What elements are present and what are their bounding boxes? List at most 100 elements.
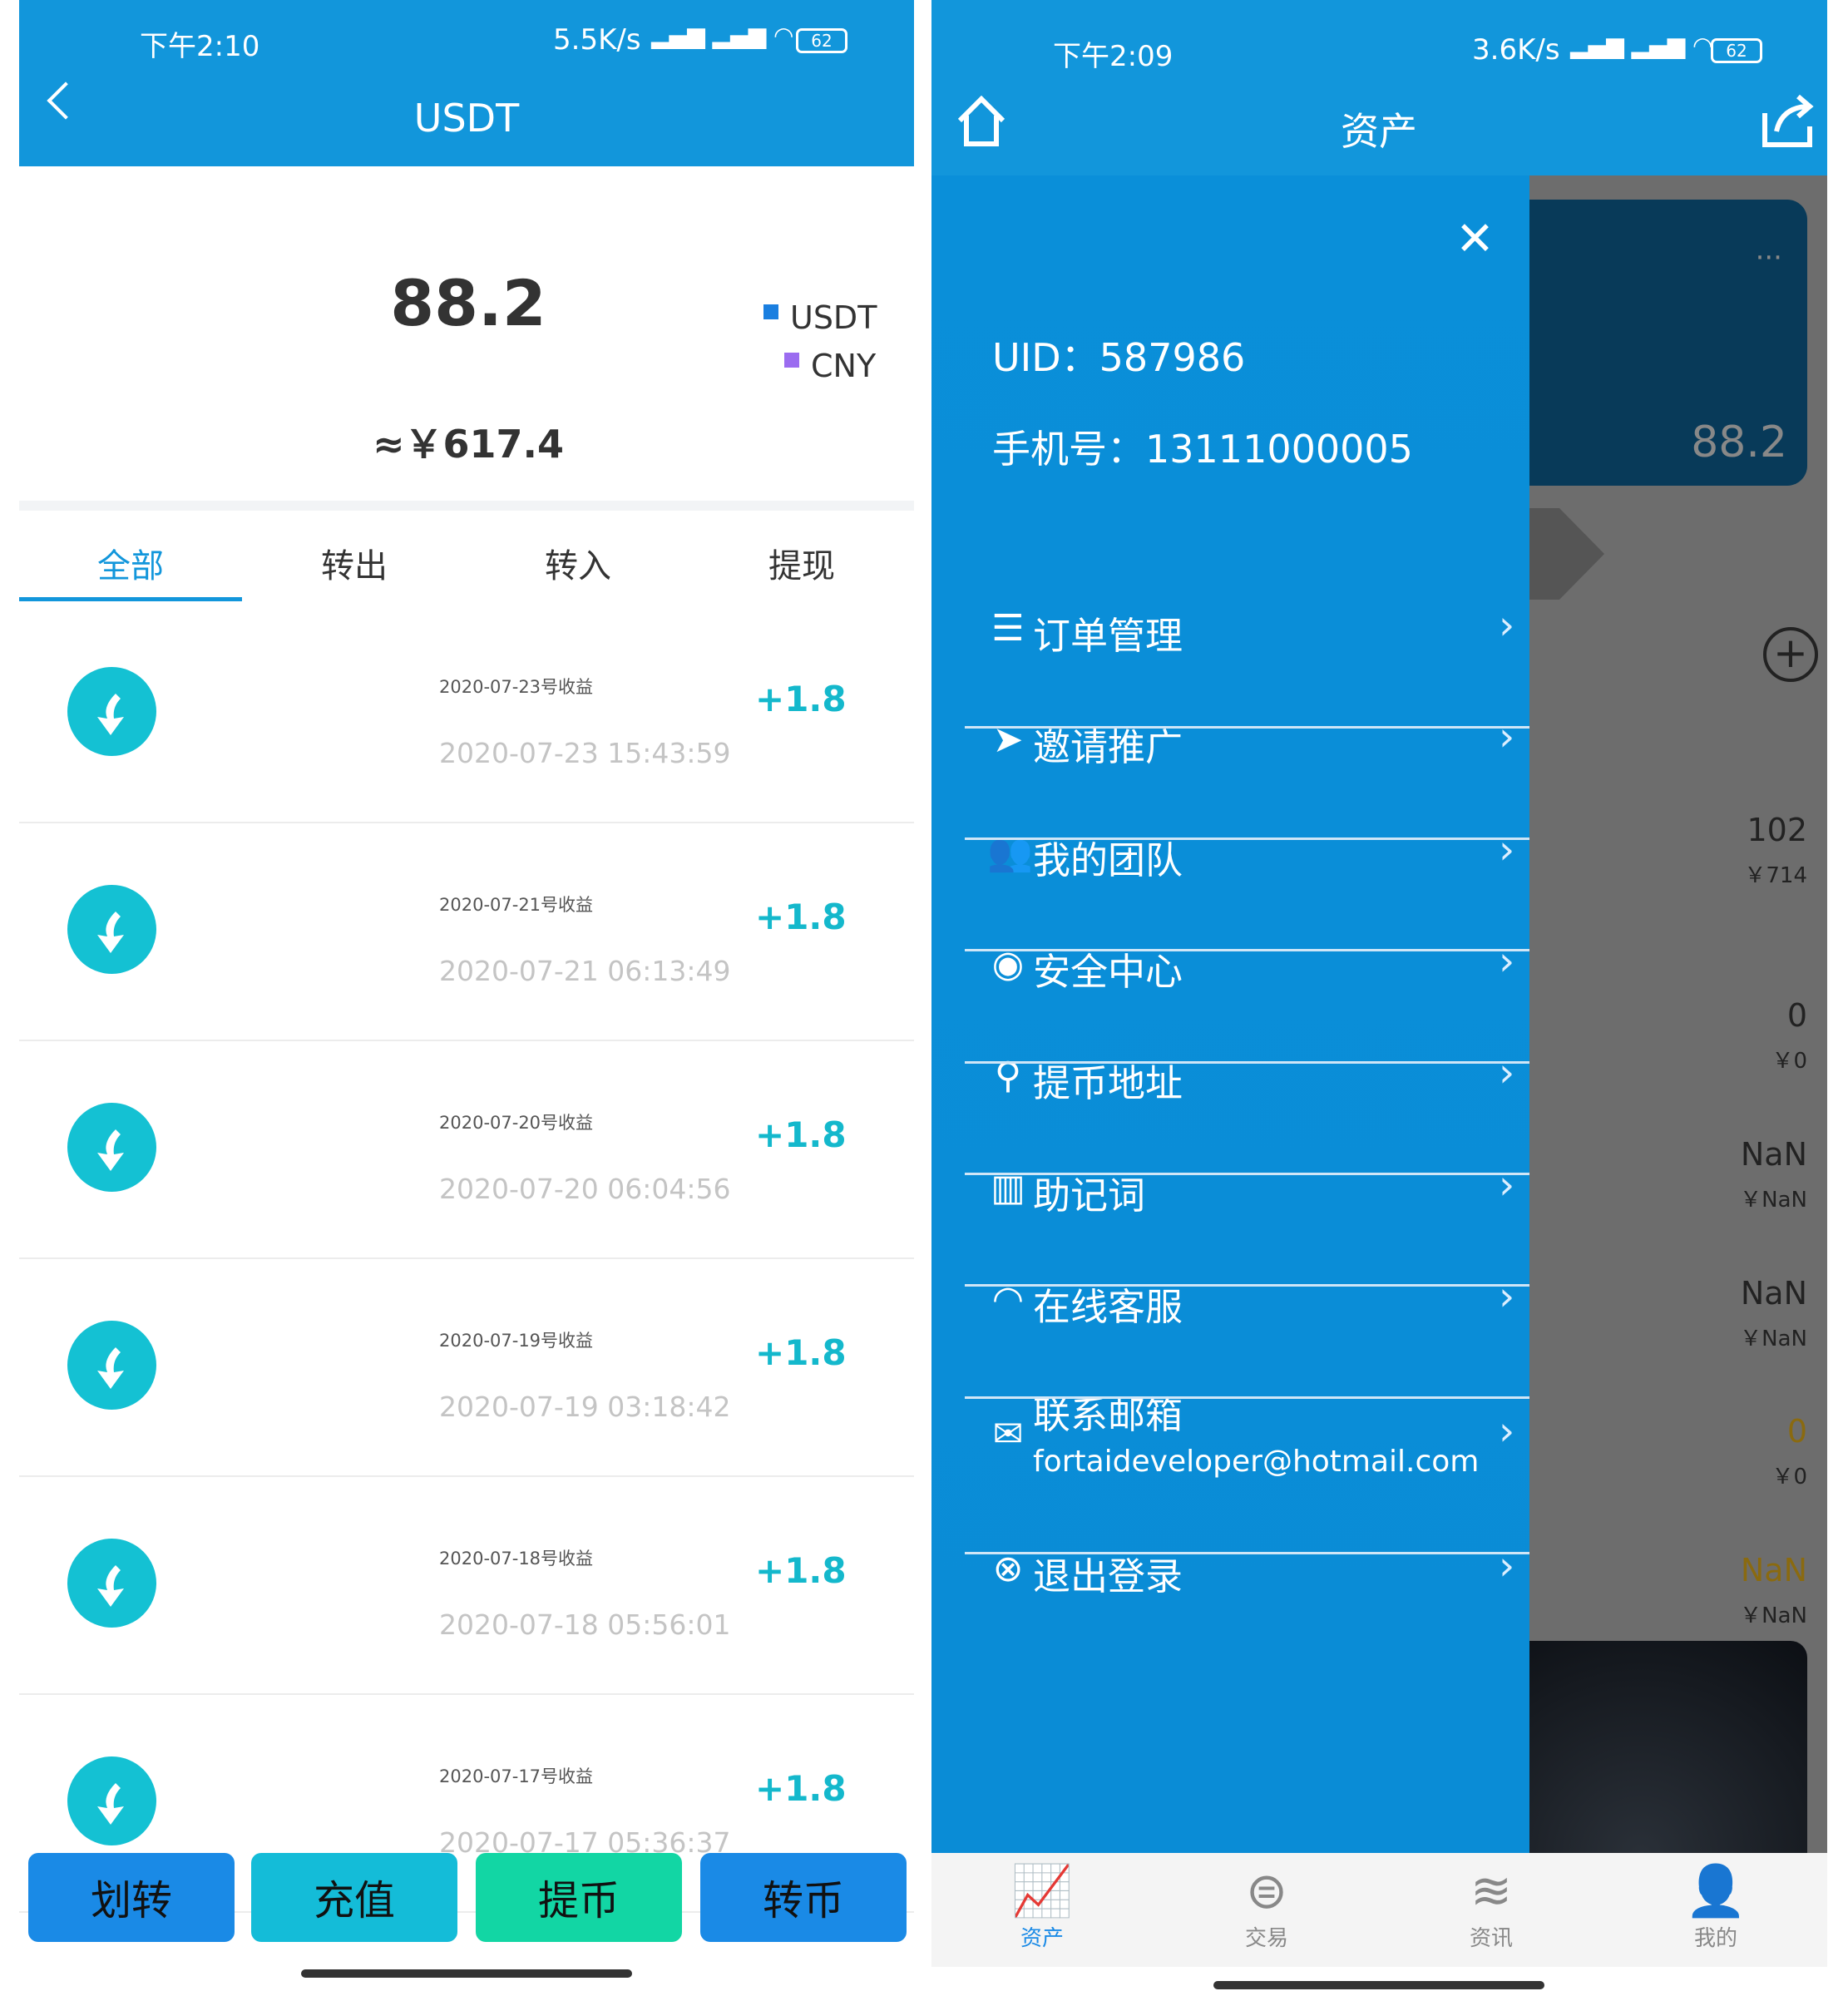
nav-label: 我的	[1693, 1926, 1737, 1951]
cny-equivalent: ≈￥617.4	[372, 422, 565, 467]
usdt-screen: 下午2:10 5.5K/s ▂▄▆ ▂▄▆ ◠ 62 USDT 88.2 ≈￥6…	[19, 0, 914, 1996]
menu-item-5[interactable]: ▥ 助记词 ›	[965, 1147, 1796, 1230]
balance: 88.2	[390, 266, 546, 340]
header: 下午2:10 5.5K/s ▂▄▆ ▂▄▆ ◠ 62 USDT	[19, 0, 914, 166]
person-icon: 👤	[1684, 1862, 1747, 1920]
nav-2[interactable]: ≋ 资讯	[1408, 1861, 1574, 1952]
divider	[965, 726, 1529, 729]
battery-icon: 62	[796, 28, 847, 53]
chevron-right-icon: ›	[1499, 1050, 1515, 1096]
card-value: 88.2	[1691, 417, 1787, 467]
legend-label: CNY	[811, 348, 877, 384]
menu-sublabel: fortaideveloper@hotmail.com	[1033, 1445, 1480, 1479]
status-speed: 5.5K/s	[553, 23, 641, 57]
list-item[interactable]: 2020-07-18号收益 2020-07-18 05:56:01 +1.8	[19, 1477, 914, 1695]
status-time: 下午2:09	[1053, 40, 1174, 73]
tab-0[interactable]: 全部	[97, 539, 164, 587]
menu-label: 订单管理	[1033, 614, 1183, 658]
list-item[interactable]: 2020-07-20号收益 2020-07-20 06:04:56 +1.8	[19, 1041, 914, 1259]
nav-0[interactable]: 📈 资产	[959, 1861, 1125, 1952]
action-button-0[interactable]: 划转	[28, 1853, 235, 1942]
nav-label: 资讯	[1469, 1926, 1513, 1951]
nav-3[interactable]: 👤 我的	[1633, 1861, 1799, 1952]
chevron-right-icon: ›	[1499, 827, 1515, 873]
chevron-right-icon: ›	[1499, 938, 1515, 985]
action-button-2[interactable]: 提币	[476, 1853, 682, 1942]
legend-usdt: USDT	[763, 299, 877, 336]
divider	[965, 1284, 1529, 1287]
list-item[interactable]: 2020-07-23号收益 2020-07-23 15:43:59 +1.8	[19, 605, 914, 823]
legend-swatch	[763, 304, 778, 319]
mail-icon: ✉	[992, 1413, 1024, 1455]
divider	[965, 1396, 1529, 1399]
asset-card: ··· 88.2	[1529, 200, 1807, 486]
list-item[interactable]: 2020-07-19号收益 2020-07-19 03:18:42 +1.8	[19, 1259, 914, 1477]
action-button-1[interactable]: 充值	[251, 1853, 457, 1942]
home-icon[interactable]	[956, 96, 1006, 147]
page-title: 资产	[1341, 109, 1417, 154]
menu-label: 联系邮箱	[1033, 1393, 1183, 1437]
chart-icon: 📈	[1010, 1862, 1074, 1920]
menu-item-2[interactable]: 👥 我的团队 ›	[965, 812, 1796, 895]
legend-swatch	[784, 353, 799, 368]
nav-1[interactable]: ⊜ 交易	[1183, 1861, 1350, 1952]
divider	[965, 837, 1529, 840]
record-amount: +1.8	[755, 1550, 847, 1591]
tab-3[interactable]: 提现	[768, 539, 835, 587]
menu-item-4[interactable]: ⚲ 提币地址 ›	[965, 1035, 1796, 1118]
list-icon: ☰	[991, 607, 1025, 650]
battery-icon: 62	[1711, 38, 1762, 63]
divider	[965, 1173, 1529, 1175]
menu-label: 邀请推广	[1033, 725, 1183, 769]
home-indicator	[1213, 1981, 1544, 1989]
record-amount: +1.8	[755, 897, 847, 937]
chevron-right-icon: ›	[1499, 1543, 1515, 1589]
side-drawer: ✕ UID：587986 手机号：13111000005 ☰ 订单管理 › ➤ …	[931, 175, 1529, 1853]
menu-item-0[interactable]: ☰ 订单管理 ›	[965, 587, 1796, 670]
tab-1[interactable]: 转出	[321, 539, 388, 587]
record-amount: +1.8	[755, 1114, 847, 1155]
more-icon: ···	[1755, 241, 1782, 274]
income-icon	[67, 1103, 156, 1192]
list-item[interactable]: 2020-07-21号收益 2020-07-21 06:13:49 +1.8	[19, 823, 914, 1041]
menu-item-7[interactable]: ✉ 联系邮箱 › fortaideveloper@hotmail.com	[965, 1393, 1796, 1479]
share-icon[interactable]	[1762, 93, 1815, 148]
menu-item-3[interactable]: ◉ 安全中心 ›	[965, 923, 1796, 1006]
assets-screen: ··· 88.2 + 102 ￥714 0 ￥0 NaN ￥NaN NaN ￥NaN 0 ￥0 Na…	[931, 0, 1827, 1996]
chevron-right-icon: ›	[1499, 1408, 1515, 1455]
legend-cny: CNY	[784, 348, 876, 384]
record-amount: +1.8	[755, 679, 847, 719]
back-icon[interactable]	[47, 82, 85, 120]
divider	[19, 501, 914, 511]
record-amount: +1.8	[755, 1332, 847, 1373]
uid: UID：587986	[992, 335, 1246, 380]
header: 下午2:09 3.6K/s ▂▄▆ ▂▄▆ ◠ 62 资产	[931, 0, 1827, 175]
menu-item-1[interactable]: ➤ 邀请推广 ›	[965, 699, 1796, 782]
income-icon	[67, 1756, 156, 1845]
logout-icon: ⊗	[992, 1548, 1024, 1590]
status-time: 下午2:10	[140, 30, 260, 63]
bottom-nav: 📈 资产 ⊜ 交易 ≋ 资讯 👤 我的	[931, 1853, 1827, 1967]
income-icon	[67, 1321, 156, 1410]
status-speed: 3.6K/s	[1472, 33, 1560, 67]
medal-icon	[1529, 508, 1604, 600]
tab-2[interactable]: 转入	[545, 539, 611, 587]
exchange-icon: ⊜	[1245, 1862, 1288, 1920]
menu-item-6[interactable]: ◠ 在线客服 ›	[965, 1258, 1796, 1341]
tab-underline	[19, 597, 242, 601]
divider	[965, 949, 1529, 951]
action-button-3[interactable]: 转币	[700, 1853, 907, 1942]
menu-item-8[interactable]: ⊗ 退出登录 ›	[965, 1528, 1796, 1611]
chevron-right-icon: ›	[1499, 1273, 1515, 1320]
nav-label: 交易	[1244, 1926, 1288, 1951]
legend-label: USDT	[790, 299, 877, 336]
income-icon	[67, 1539, 156, 1628]
signal-icon: ▂▄▆ ▂▄▆ ◠	[651, 22, 794, 49]
income-icon	[67, 667, 156, 756]
chevron-right-icon: ›	[1499, 1162, 1515, 1208]
layers-icon: ≋	[1470, 1862, 1513, 1920]
home-indicator	[301, 1969, 632, 1978]
signal-icon: ▂▄▆ ▂▄▆ ◠	[1570, 32, 1713, 59]
close-icon[interactable]: ✕	[1455, 212, 1495, 266]
chevron-right-icon: ›	[1499, 602, 1515, 649]
